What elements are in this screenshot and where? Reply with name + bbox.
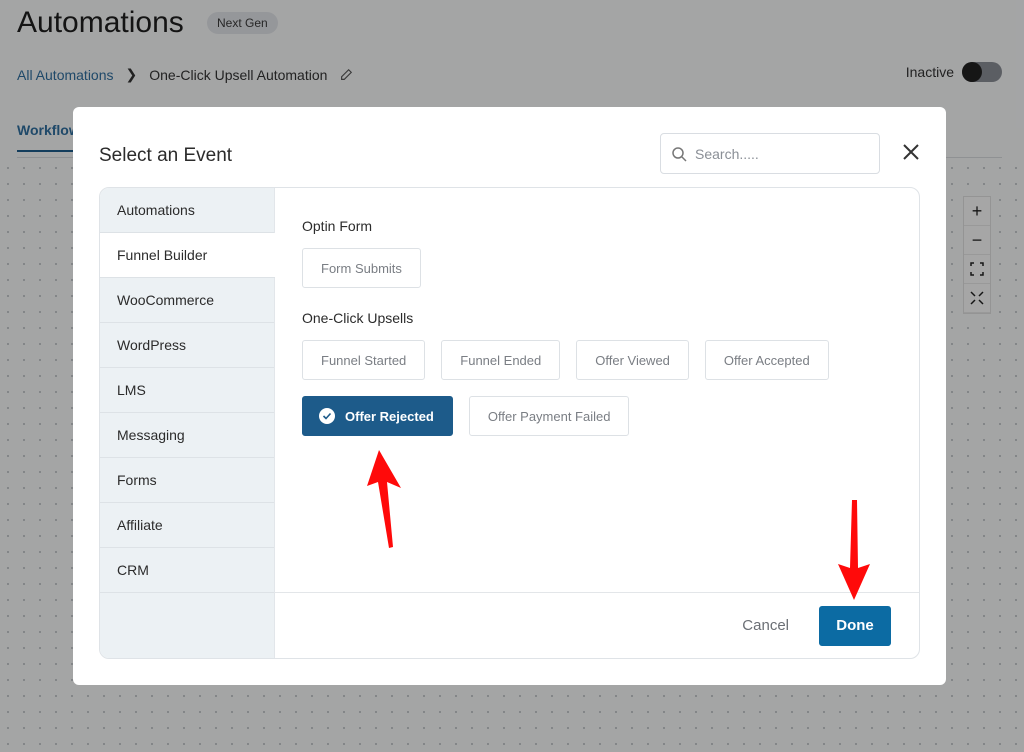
section-title-one-click-upsells: One-Click Upsells [302,310,414,326]
cancel-button[interactable]: Cancel [742,617,789,634]
sidebar-item-affiliate[interactable]: Affiliate [100,503,274,548]
event-funnel-started[interactable]: Funnel Started [302,340,426,380]
event-panel: Automations Funnel Builder WooCommerce W… [99,187,920,659]
sidebar-item-lms[interactable]: LMS [100,368,274,413]
sidebar-item-forms[interactable]: Forms [100,458,274,503]
event-offer-viewed[interactable]: Offer Viewed [576,340,689,380]
one-click-upsell-events: Funnel Started Funnel Ended Offer Viewed… [302,340,862,436]
sidebar-item-automations[interactable]: Automations [100,188,274,233]
sidebar-item-messaging[interactable]: Messaging [100,413,274,458]
check-circle-icon [319,408,335,424]
event-offer-accepted[interactable]: Offer Accepted [704,340,829,380]
optin-form-events: Form Submits [302,248,862,288]
category-sidebar: Automations Funnel Builder WooCommerce W… [100,188,275,658]
done-button[interactable]: Done [819,605,891,646]
close-icon[interactable] [899,140,923,164]
event-offer-rejected-label: Offer Rejected [345,408,434,424]
search-icon [672,146,687,162]
sidebar-item-crm[interactable]: CRM [100,548,274,593]
sidebar-item-woocommerce[interactable]: WooCommerce [100,278,274,323]
event-offer-payment-failed[interactable]: Offer Payment Failed [468,396,630,436]
annotation-arrow-down-icon [838,500,870,600]
event-funnel-ended[interactable]: Funnel Ended [441,340,561,380]
section-title-optin-form: Optin Form [302,218,373,234]
annotation-arrow-up-icon [367,450,401,548]
modal-footer: Cancel Done [275,592,919,658]
search-input[interactable] [695,145,865,162]
search-box [660,133,880,174]
event-offer-rejected[interactable]: Offer Rejected [302,396,453,436]
select-event-modal: Select an Event Automations Funnel Build… [73,107,946,685]
sidebar-item-funnel-builder[interactable]: Funnel Builder [100,233,275,278]
event-form-submits[interactable]: Form Submits [302,248,421,288]
sidebar-item-wordpress[interactable]: WordPress [100,323,274,368]
modal-title: Select an Event [99,145,233,166]
